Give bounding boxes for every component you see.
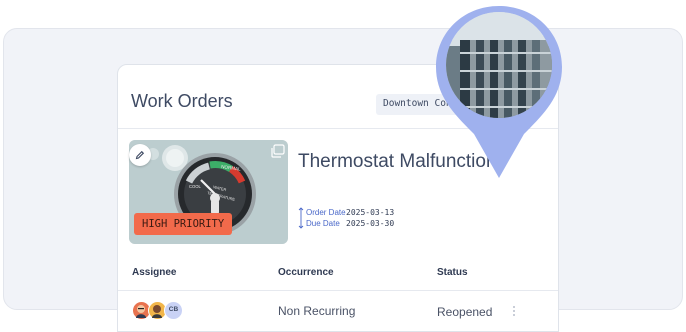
status-cell: Reopened (437, 305, 493, 319)
person-avatar-icon (136, 305, 146, 318)
edit-button[interactable] (129, 144, 151, 166)
priority-badge: HIGH PRIORITY (134, 213, 233, 235)
card-title: Work Orders (131, 91, 233, 111)
table-header: Assignee Occurrence Status (118, 255, 558, 291)
gauge-cool-label: COOL (189, 184, 202, 189)
gallery-button[interactable] (271, 144, 285, 158)
occurrence-cell: Non Recurring (278, 304, 356, 318)
person-avatar-icon (152, 305, 162, 318)
date-range-line-icon (298, 207, 304, 229)
order-date-row: Order Date 2025-03-13 (306, 207, 394, 218)
due-date-label: Due Date (306, 219, 340, 228)
more-vertical-icon (513, 306, 517, 316)
due-date-row: Due Date 2025-03-30 (306, 218, 394, 229)
order-date-label: Order Date (306, 208, 346, 217)
date-range: Order Date 2025-03-13 Due Date 2025-03-3… (298, 207, 394, 229)
column-header-assignee[interactable]: Assignee (132, 267, 176, 278)
column-header-status[interactable]: Status (437, 267, 468, 278)
gallery-icon (271, 144, 285, 158)
column-header-occurrence[interactable]: Occurrence (278, 267, 334, 278)
table-row[interactable]: CB Non Recurring Reopened (118, 291, 558, 331)
location-pin-icon (436, 6, 562, 178)
due-date-value: 2025-03-30 (346, 219, 395, 228)
avatar-initials: CB (164, 301, 183, 320)
order-date-value: 2025-03-13 (346, 208, 395, 217)
edit-icon (135, 150, 145, 160)
row-menu-button[interactable] (513, 306, 517, 318)
